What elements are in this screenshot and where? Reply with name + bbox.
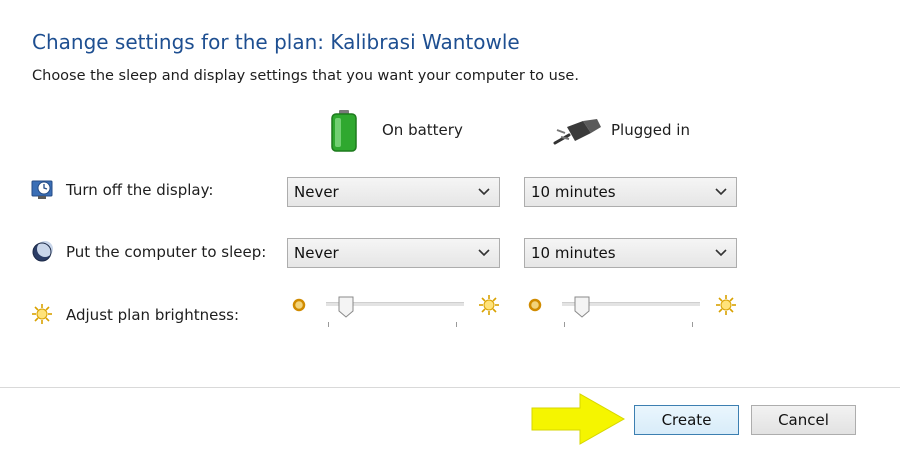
sleep-plugged-value: 10 minutes	[531, 244, 616, 262]
dim-sun-icon	[527, 297, 543, 313]
display-battery-select[interactable]: Never	[287, 177, 500, 207]
chevron-down-icon	[477, 178, 491, 206]
footer-divider	[0, 387, 900, 388]
page-subtitle: Choose the sleep and display settings th…	[32, 68, 579, 84]
display-plugged-value: 10 minutes	[531, 183, 616, 201]
bright-sun-icon	[715, 294, 737, 316]
sleep-moon-icon	[31, 241, 53, 263]
display-clock-icon	[31, 178, 53, 200]
bright-sun-icon	[478, 294, 500, 316]
slider-tick	[564, 322, 565, 327]
slider-tick	[456, 322, 457, 327]
battery-icon	[330, 110, 358, 152]
column-header-plugged-in: Plugged in	[611, 121, 690, 139]
chevron-down-icon	[714, 239, 728, 267]
create-button[interactable]: Create	[634, 405, 739, 435]
chevron-down-icon	[477, 239, 491, 267]
plug-icon	[553, 117, 603, 147]
slider-tick	[692, 322, 693, 327]
yellow-arrow-icon	[528, 392, 628, 446]
slider-thumb[interactable]	[574, 296, 590, 318]
sleep-plugged-select[interactable]: 10 minutes	[524, 238, 737, 268]
slider-tick	[328, 322, 329, 327]
column-header-on-battery: On battery	[382, 121, 463, 139]
dim-sun-icon	[291, 297, 307, 313]
page-title: Change settings for the plan: Kalibrasi …	[32, 30, 520, 54]
cancel-button[interactable]: Cancel	[751, 405, 856, 435]
chevron-down-icon	[714, 178, 728, 206]
sleep-battery-value: Never	[294, 244, 339, 262]
display-battery-value: Never	[294, 183, 339, 201]
brightness-battery-slider[interactable]	[326, 296, 464, 330]
brightness-sun-icon	[31, 303, 53, 325]
brightness-setting-label: Adjust plan brightness:	[66, 306, 239, 324]
brightness-plugged-slider[interactable]	[562, 296, 700, 330]
slider-thumb[interactable]	[338, 296, 354, 318]
display-plugged-select[interactable]: 10 minutes	[524, 177, 737, 207]
sleep-setting-label: Put the computer to sleep:	[66, 243, 267, 261]
sleep-battery-select[interactable]: Never	[287, 238, 500, 268]
display-setting-label: Turn off the display:	[66, 181, 214, 199]
